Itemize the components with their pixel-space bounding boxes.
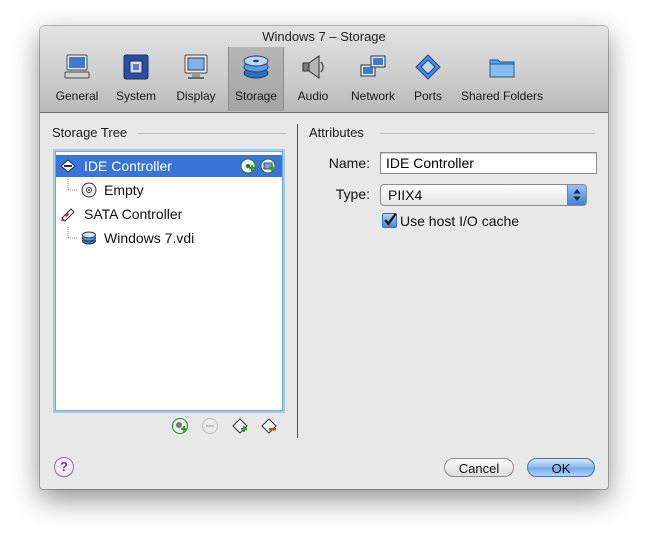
remove-controller-icon[interactable] bbox=[201, 417, 219, 435]
tab-system[interactable]: System bbox=[110, 47, 162, 111]
tree-item-windows-7-vdi[interactable]: Windows 7.vdi bbox=[56, 227, 282, 249]
tree-item-label: IDE Controller bbox=[84, 158, 172, 174]
chevron-up-down-icon bbox=[573, 189, 581, 201]
add-cd-icon[interactable] bbox=[240, 158, 256, 174]
disk-stack-icon bbox=[243, 55, 269, 79]
chip-icon bbox=[123, 54, 149, 80]
host-io-cache-checkbox[interactable] bbox=[382, 212, 397, 228]
tab-shared-folders-label: Shared Folders bbox=[460, 89, 544, 103]
divider bbox=[138, 133, 286, 134]
select-arrows bbox=[567, 185, 586, 205]
settings-window: Windows 7 – Storage General System Displ… bbox=[40, 26, 608, 489]
tab-storage[interactable]: Storage bbox=[228, 47, 284, 111]
tree-item-sata-controller[interactable]: SATA Controller bbox=[56, 203, 282, 225]
tab-network-label: Network bbox=[350, 89, 395, 103]
cancel-button[interactable]: Cancel bbox=[444, 458, 514, 477]
add-hard-disk-icon[interactable] bbox=[260, 158, 276, 174]
network-icon bbox=[360, 55, 386, 77]
name-label: Name: bbox=[328, 155, 370, 171]
tab-general-label: General bbox=[55, 89, 99, 103]
tree-item-label: Empty bbox=[104, 182, 144, 198]
tree-item-label: Windows 7.vdi bbox=[104, 230, 195, 246]
tab-audio[interactable]: Audio bbox=[288, 47, 338, 111]
toolbar: Windows 7 – Storage General System Displ… bbox=[40, 26, 608, 113]
ide-controller-icon bbox=[60, 159, 76, 173]
tab-storage-label: Storage bbox=[234, 89, 278, 103]
tab-audio-label: Audio bbox=[297, 89, 329, 103]
checkmark-icon bbox=[384, 212, 397, 226]
tab-ports-label: Ports bbox=[413, 89, 442, 103]
pane-divider bbox=[297, 124, 298, 438]
name-input[interactable] bbox=[380, 152, 597, 174]
display-icon bbox=[184, 54, 208, 79]
tree-connector bbox=[67, 179, 78, 191]
help-button[interactable]: ? bbox=[54, 457, 74, 477]
ok-button[interactable]: OK bbox=[527, 458, 595, 477]
tree-connector bbox=[67, 227, 78, 239]
speaker-icon bbox=[302, 55, 324, 79]
tree-item-label: SATA Controller bbox=[84, 206, 183, 222]
tab-system-label: System bbox=[115, 89, 156, 103]
type-select[interactable]: PIIX4 bbox=[380, 184, 587, 206]
remove-attachment-icon[interactable] bbox=[260, 417, 278, 435]
storage-tree-heading: Storage Tree bbox=[52, 125, 128, 140]
ports-icon bbox=[415, 54, 441, 80]
add-attachment-icon[interactable] bbox=[231, 417, 249, 435]
tree-item-empty[interactable]: Empty bbox=[56, 179, 282, 201]
monitor-icon bbox=[64, 54, 90, 79]
divider bbox=[380, 133, 595, 134]
sata-controller-icon bbox=[61, 208, 75, 222]
add-controller-icon[interactable] bbox=[171, 417, 189, 435]
hard-disk-icon bbox=[82, 231, 96, 245]
tab-network[interactable]: Network bbox=[342, 47, 404, 111]
tab-general[interactable]: General bbox=[50, 47, 104, 111]
attributes-heading: Attributes bbox=[309, 125, 364, 140]
type-label: Type: bbox=[335, 186, 370, 202]
tab-shared-folders[interactable]: Shared Folders bbox=[454, 47, 550, 111]
tab-display-label: Display bbox=[176, 89, 216, 103]
host-io-cache-label: Use host I/O cache bbox=[400, 213, 520, 229]
cd-icon bbox=[81, 182, 97, 198]
tab-display[interactable]: Display bbox=[168, 47, 224, 111]
folder-icon bbox=[489, 59, 515, 78]
storage-tree[interactable]: IDE Controller Empty SATA Controller Win… bbox=[55, 151, 283, 411]
tab-ports[interactable]: Ports bbox=[406, 47, 450, 111]
window-title: Windows 7 – Storage bbox=[262, 29, 386, 44]
type-select-value: PIIX4 bbox=[388, 187, 423, 203]
tree-item-ide-controller[interactable]: IDE Controller bbox=[56, 155, 282, 177]
